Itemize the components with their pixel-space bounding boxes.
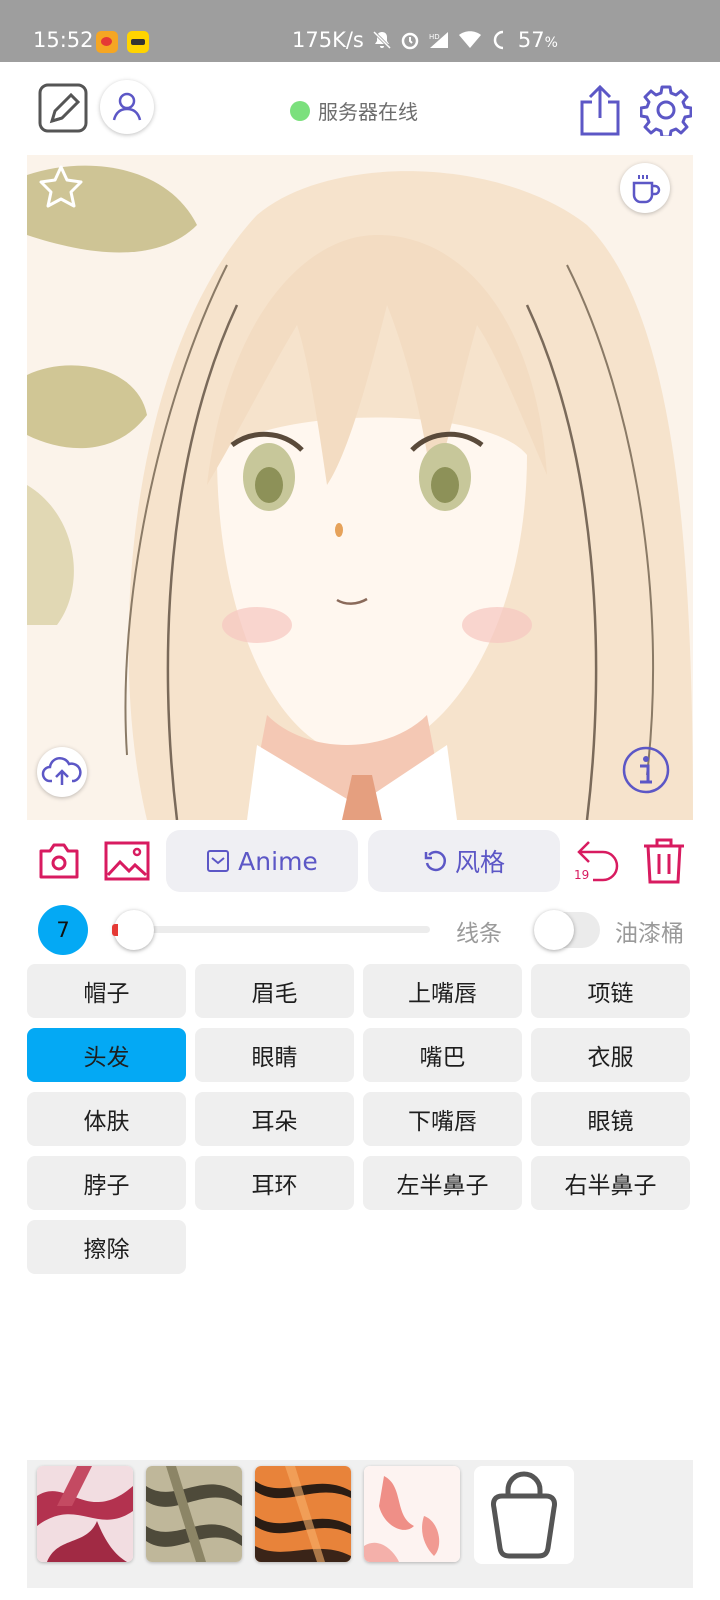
part-button[interactable]: 上嘴唇 bbox=[363, 964, 522, 1018]
part-button[interactable]: 帽子 bbox=[27, 964, 186, 1018]
checkbox-icon bbox=[207, 850, 230, 872]
gallery-image-icon[interactable] bbox=[104, 841, 150, 881]
wifi-icon bbox=[458, 31, 481, 48]
part-button[interactable]: 左半鼻子 bbox=[363, 1156, 522, 1210]
drawing-canvas[interactable] bbox=[27, 155, 693, 820]
meituan-app-icon bbox=[127, 31, 149, 53]
network-speed: 175K/s bbox=[292, 28, 364, 52]
refresh-icon bbox=[424, 850, 446, 872]
brush-size-indicator[interactable]: 7 bbox=[38, 905, 88, 955]
part-button[interactable]: 嘴巴 bbox=[363, 1028, 522, 1082]
style-button[interactable]: 风格 bbox=[368, 830, 560, 892]
part-button[interactable]: 头发 bbox=[27, 1028, 186, 1082]
coffee-button[interactable] bbox=[620, 163, 670, 213]
line-slider-track[interactable] bbox=[114, 926, 430, 933]
battery-level: 57% bbox=[517, 28, 558, 52]
server-status: 服务器在线 bbox=[290, 96, 418, 125]
mute-icon bbox=[372, 30, 391, 50]
parts-grid: 帽子 眉毛 上嘴唇 项链头发 眼睛 嘴巴 衣服体肤 耳朵 下嘴唇 眼镜脖子 耳环 左半鼻子 右半鼻子擦除 bbox=[27, 964, 693, 1274]
user-icon bbox=[112, 92, 142, 121]
style-thumb-pink[interactable] bbox=[364, 1466, 460, 1562]
anime-portrait-image bbox=[27, 155, 693, 820]
anime-button[interactable]: Anime bbox=[166, 830, 358, 892]
upload-button[interactable] bbox=[37, 747, 87, 797]
svg-text:HD: HD bbox=[429, 33, 440, 41]
line-slider-knob[interactable] bbox=[112, 910, 154, 950]
part-button[interactable]: 体肤 bbox=[27, 1092, 186, 1146]
shop-button[interactable] bbox=[474, 1466, 574, 1564]
status-bar: 15:52 175K/s HD 57% bbox=[0, 0, 720, 62]
style-thumb-crimson[interactable] bbox=[37, 1466, 133, 1562]
server-status-text: 服务器在线 bbox=[318, 100, 418, 124]
style-button-label: 风格 bbox=[454, 848, 505, 877]
part-button[interactable]: 耳环 bbox=[195, 1156, 354, 1210]
part-button[interactable]: 脖子 bbox=[27, 1156, 186, 1210]
gear-icon[interactable] bbox=[640, 84, 692, 136]
draw-mode-icon[interactable] bbox=[38, 83, 88, 133]
part-button[interactable]: 项链 bbox=[531, 964, 690, 1018]
style-thumb-tiger[interactable] bbox=[255, 1466, 351, 1562]
part-button[interactable]: 下嘴唇 bbox=[363, 1092, 522, 1146]
part-button[interactable]: 耳朵 bbox=[195, 1092, 354, 1146]
part-button[interactable]: 眼镜 bbox=[531, 1092, 690, 1146]
bucket-label: 油漆桶 bbox=[615, 921, 684, 947]
camera-icon[interactable] bbox=[38, 842, 80, 880]
battery-saver-icon bbox=[493, 30, 504, 50]
status-time: 15:52 bbox=[33, 28, 94, 52]
share-icon[interactable] bbox=[578, 84, 622, 136]
trash-icon[interactable] bbox=[641, 836, 687, 886]
weibo-app-icon bbox=[96, 31, 118, 53]
part-button[interactable]: 擦除 bbox=[27, 1220, 186, 1274]
part-button[interactable]: 右半鼻子 bbox=[531, 1156, 690, 1210]
user-button[interactable] bbox=[100, 80, 154, 134]
bucket-toggle-knob[interactable] bbox=[534, 910, 574, 950]
part-button[interactable]: 衣服 bbox=[531, 1028, 690, 1082]
cloud-upload-icon bbox=[41, 757, 82, 785]
part-button[interactable]: 眼睛 bbox=[195, 1028, 354, 1082]
coffee-cup-icon bbox=[632, 175, 661, 204]
info-icon[interactable] bbox=[621, 745, 671, 795]
anime-button-label: Anime bbox=[238, 846, 318, 876]
server-status-dot bbox=[290, 100, 310, 121]
style-thumb-olive[interactable] bbox=[146, 1466, 242, 1562]
shopping-bag-icon bbox=[491, 1471, 557, 1559]
status-indicators: 175K/s HD 57% bbox=[292, 28, 558, 52]
alarm-icon bbox=[401, 32, 419, 50]
undo-count: 19 bbox=[574, 868, 590, 882]
favorite-star-icon[interactable] bbox=[37, 163, 85, 211]
part-button[interactable]: 眉毛 bbox=[195, 964, 354, 1018]
lines-label: 线条 bbox=[456, 921, 502, 947]
signal-icon: HD bbox=[429, 32, 448, 48]
